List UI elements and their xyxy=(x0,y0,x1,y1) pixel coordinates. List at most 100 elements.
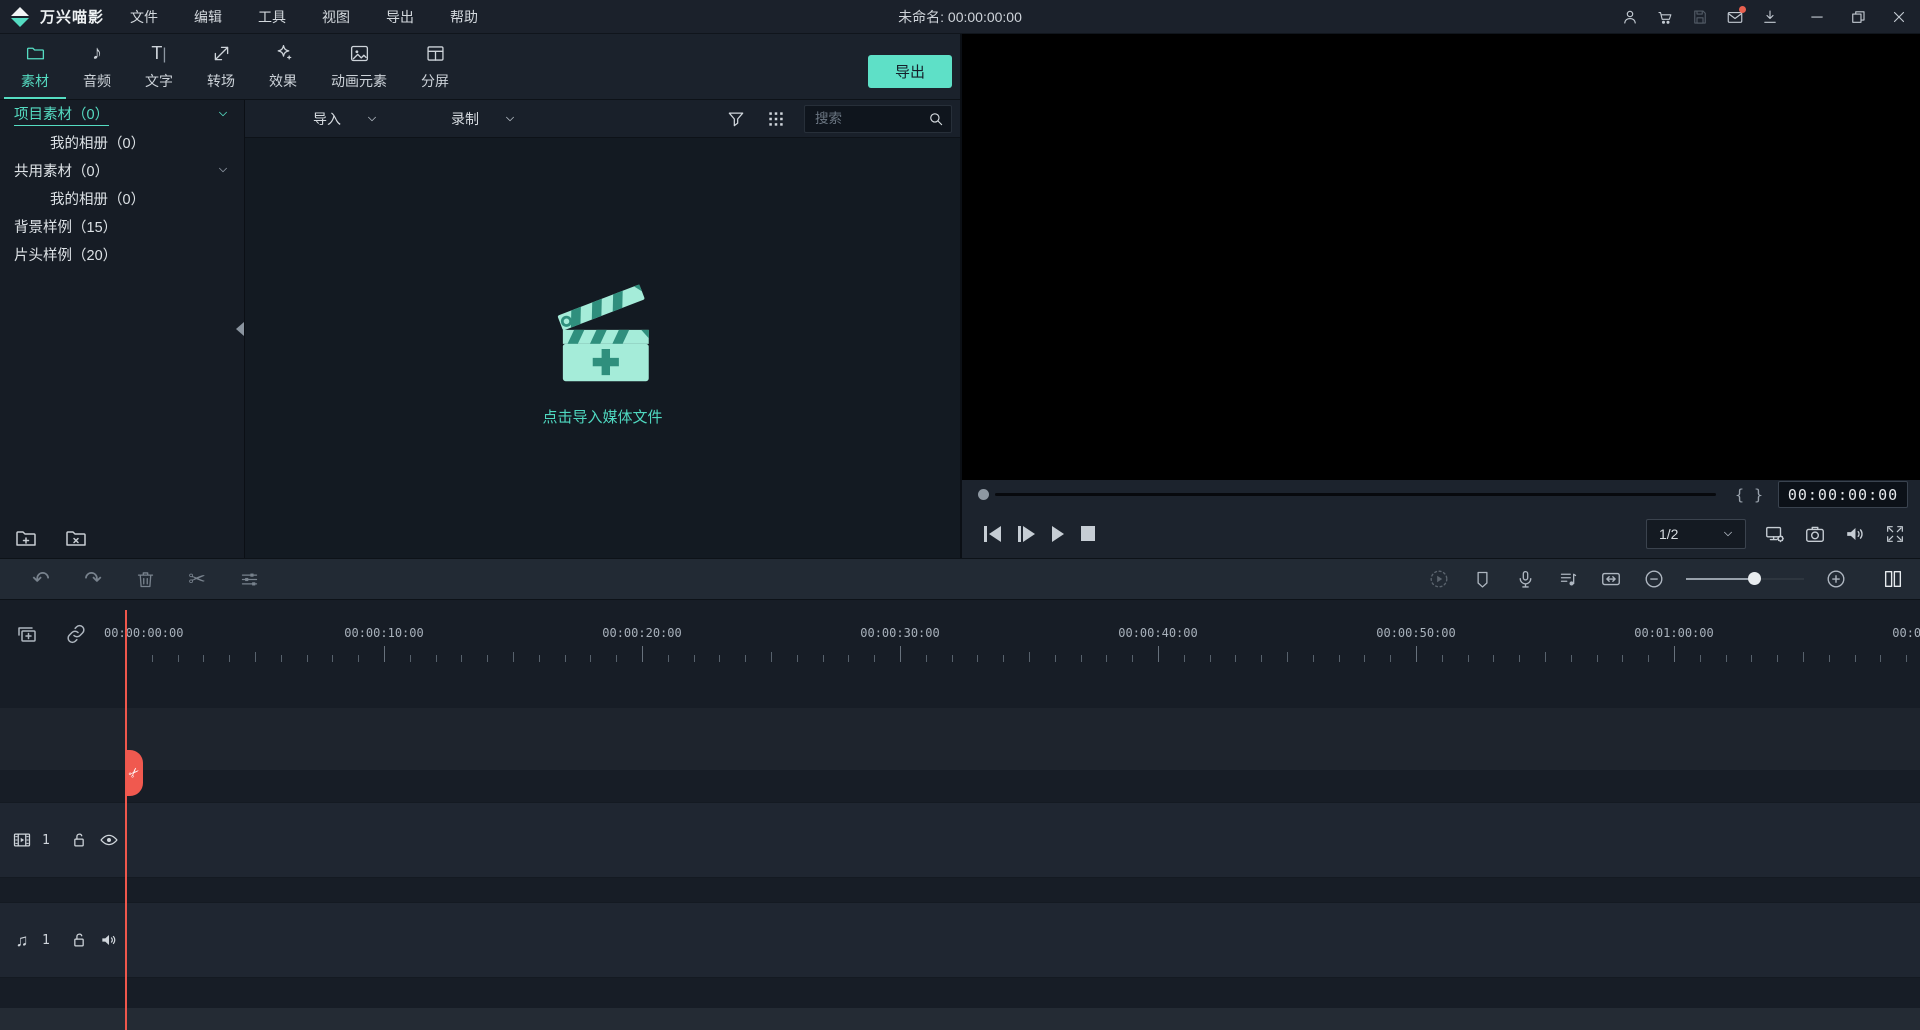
mute-speaker-icon[interactable] xyxy=(99,930,119,950)
grid-view-icon[interactable] xyxy=(766,109,786,129)
timeline-zoom-slider[interactable] xyxy=(1686,572,1804,586)
playhead-line[interactable] xyxy=(125,610,127,1030)
ribbon-tab[interactable]: 效果 xyxy=(252,34,314,99)
save-icon[interactable] xyxy=(1691,8,1709,26)
search-icon[interactable] xyxy=(927,110,945,128)
import-media-dropzone[interactable]: 点击导入媒体文件 xyxy=(245,138,960,560)
display-settings-icon[interactable] xyxy=(1764,523,1786,545)
voiceover-mic-icon[interactable] xyxy=(1514,568,1536,590)
previous-frame-button[interactable] xyxy=(984,525,1001,542)
ribbon-tab[interactable]: ♪ 音频 xyxy=(66,34,128,99)
sidebar-item[interactable]: 背景样例（15） xyxy=(0,212,244,240)
audio-mixer-icon[interactable] xyxy=(1557,568,1579,590)
app-logo-icon xyxy=(11,6,29,27)
adjust-icon[interactable] xyxy=(238,568,260,590)
tab-label: 分屏 xyxy=(421,73,449,89)
menu-item[interactable]: 视图 xyxy=(322,7,350,27)
eye-icon[interactable] xyxy=(99,830,119,850)
tab-label: 音频 xyxy=(83,73,111,89)
video-track-icon xyxy=(13,833,31,847)
ruler-label: 00:01:00:00 xyxy=(1634,626,1714,640)
export-button[interactable]: 导出 xyxy=(868,55,952,88)
fit-timeline-icon[interactable] xyxy=(1600,568,1622,590)
mark-out-icon[interactable]: } xyxy=(1749,486,1768,504)
link-clips-icon[interactable] xyxy=(64,622,88,646)
sidebar-item[interactable]: 我的相册（0） xyxy=(0,128,244,156)
restore-icon[interactable] xyxy=(1849,8,1867,26)
menu-item[interactable]: 导出 xyxy=(386,7,414,27)
scissors-icon: ✂ xyxy=(124,763,144,782)
delete-icon[interactable] xyxy=(134,568,156,590)
add-folder-icon[interactable] xyxy=(14,526,38,550)
import-chevron-icon[interactable] xyxy=(365,112,379,126)
zoom-in-icon[interactable] xyxy=(1825,568,1847,590)
timeline-ruler[interactable]: 00:00:00:00 00:00:10:00 00:00:20:00 00:00:3… xyxy=(102,612,1920,664)
lock-open-icon[interactable] xyxy=(69,930,89,950)
download-icon[interactable] xyxy=(1761,8,1779,26)
ruler-label: 00:00:50:00 xyxy=(1376,626,1456,640)
zoom-slider-handle[interactable] xyxy=(1748,572,1762,585)
record-button[interactable]: 录制 xyxy=(451,109,479,129)
sidebar-item[interactable]: 项目素材（0） xyxy=(0,100,244,128)
collapse-panel-icon[interactable] xyxy=(236,322,244,336)
sidebar-item[interactable]: 我的相册（0） xyxy=(0,184,244,212)
playhead-handle[interactable]: ✂ xyxy=(124,750,144,796)
menu-item[interactable]: 编辑 xyxy=(194,7,222,27)
ribbon-tab[interactable]: T| 文字 xyxy=(128,34,190,99)
account-icon[interactable] xyxy=(1621,8,1639,26)
sidebar-item-label: 项目素材（0） xyxy=(14,103,110,126)
stop-button[interactable] xyxy=(1081,526,1095,542)
ribbon-tab[interactable]: 素材 xyxy=(4,34,66,99)
timeline-scrollbar-area[interactable] xyxy=(0,1008,1920,1030)
lock-open-icon[interactable] xyxy=(69,830,89,850)
zoom-out-icon[interactable] xyxy=(1643,568,1665,590)
tab-icon xyxy=(349,42,370,64)
play-button[interactable] xyxy=(1052,525,1064,542)
next-frame-button[interactable] xyxy=(1018,525,1035,542)
fullscreen-icon[interactable] xyxy=(1884,523,1906,545)
seek-track[interactable] xyxy=(995,493,1716,496)
filter-icon[interactable] xyxy=(726,109,746,129)
marker-icon[interactable] xyxy=(1471,568,1493,590)
delete-folder-icon[interactable] xyxy=(64,526,88,550)
dual-panel-icon[interactable] xyxy=(1882,568,1904,590)
ribbon-tab[interactable]: 动画元素 xyxy=(314,34,404,99)
render-preview-icon[interactable] xyxy=(1428,568,1450,590)
chevron-down-icon[interactable] xyxy=(216,107,230,121)
close-icon[interactable] xyxy=(1890,8,1908,26)
menu-item[interactable]: 工具 xyxy=(258,7,286,27)
record-chevron-icon[interactable] xyxy=(503,112,517,126)
timeline: 00:00:00:00 00:00:10:00 00:00:20:00 00:00:3… xyxy=(0,600,1920,1030)
tab-icon xyxy=(425,42,446,64)
cart-icon[interactable] xyxy=(1656,8,1674,26)
mark-in-icon[interactable]: { xyxy=(1730,486,1749,504)
playback-quality-select[interactable]: 1/2 xyxy=(1646,518,1746,549)
video-viewport xyxy=(962,34,1920,480)
audio-track-header: ♫ 1 xyxy=(12,903,119,977)
audio-track[interactable]: ♫ 1 xyxy=(0,902,1920,978)
seek-handle[interactable] xyxy=(978,489,989,500)
sidebar-item[interactable]: 共用素材（0） xyxy=(0,156,244,184)
timeline-toolbar: ↶ ↷ ✂ xyxy=(0,558,1920,600)
import-button[interactable]: 导入 xyxy=(313,109,341,129)
sidebar-item[interactable]: 片头样例（20） xyxy=(0,240,244,268)
chevron-down-icon[interactable] xyxy=(216,163,230,177)
split-scissors-icon[interactable]: ✂ xyxy=(186,568,208,590)
ribbon-tab[interactable]: 分屏 xyxy=(404,34,466,99)
menu-item[interactable]: 帮助 xyxy=(450,7,478,27)
redo-icon[interactable]: ↷ xyxy=(82,568,104,590)
menu-item[interactable]: 文件 xyxy=(130,7,158,27)
volume-icon[interactable] xyxy=(1844,523,1866,545)
seek-row: { } 00:00:00:00 xyxy=(962,480,1920,509)
minimize-icon[interactable] xyxy=(1808,8,1826,26)
snapshot-camera-icon[interactable] xyxy=(1804,523,1826,545)
timeline-empty-band[interactable] xyxy=(0,708,1920,770)
video-track[interactable]: 1 xyxy=(0,802,1920,878)
ribbon-tab[interactable]: 转场 xyxy=(190,34,252,99)
tab-label: 素材 xyxy=(21,73,49,89)
undo-icon[interactable]: ↶ xyxy=(30,568,52,590)
messages-icon[interactable] xyxy=(1726,6,1746,26)
preview-timecode[interactable]: 00:00:00:00 xyxy=(1778,481,1908,508)
add-track-icon[interactable] xyxy=(14,622,38,646)
search-input[interactable] xyxy=(815,111,927,126)
